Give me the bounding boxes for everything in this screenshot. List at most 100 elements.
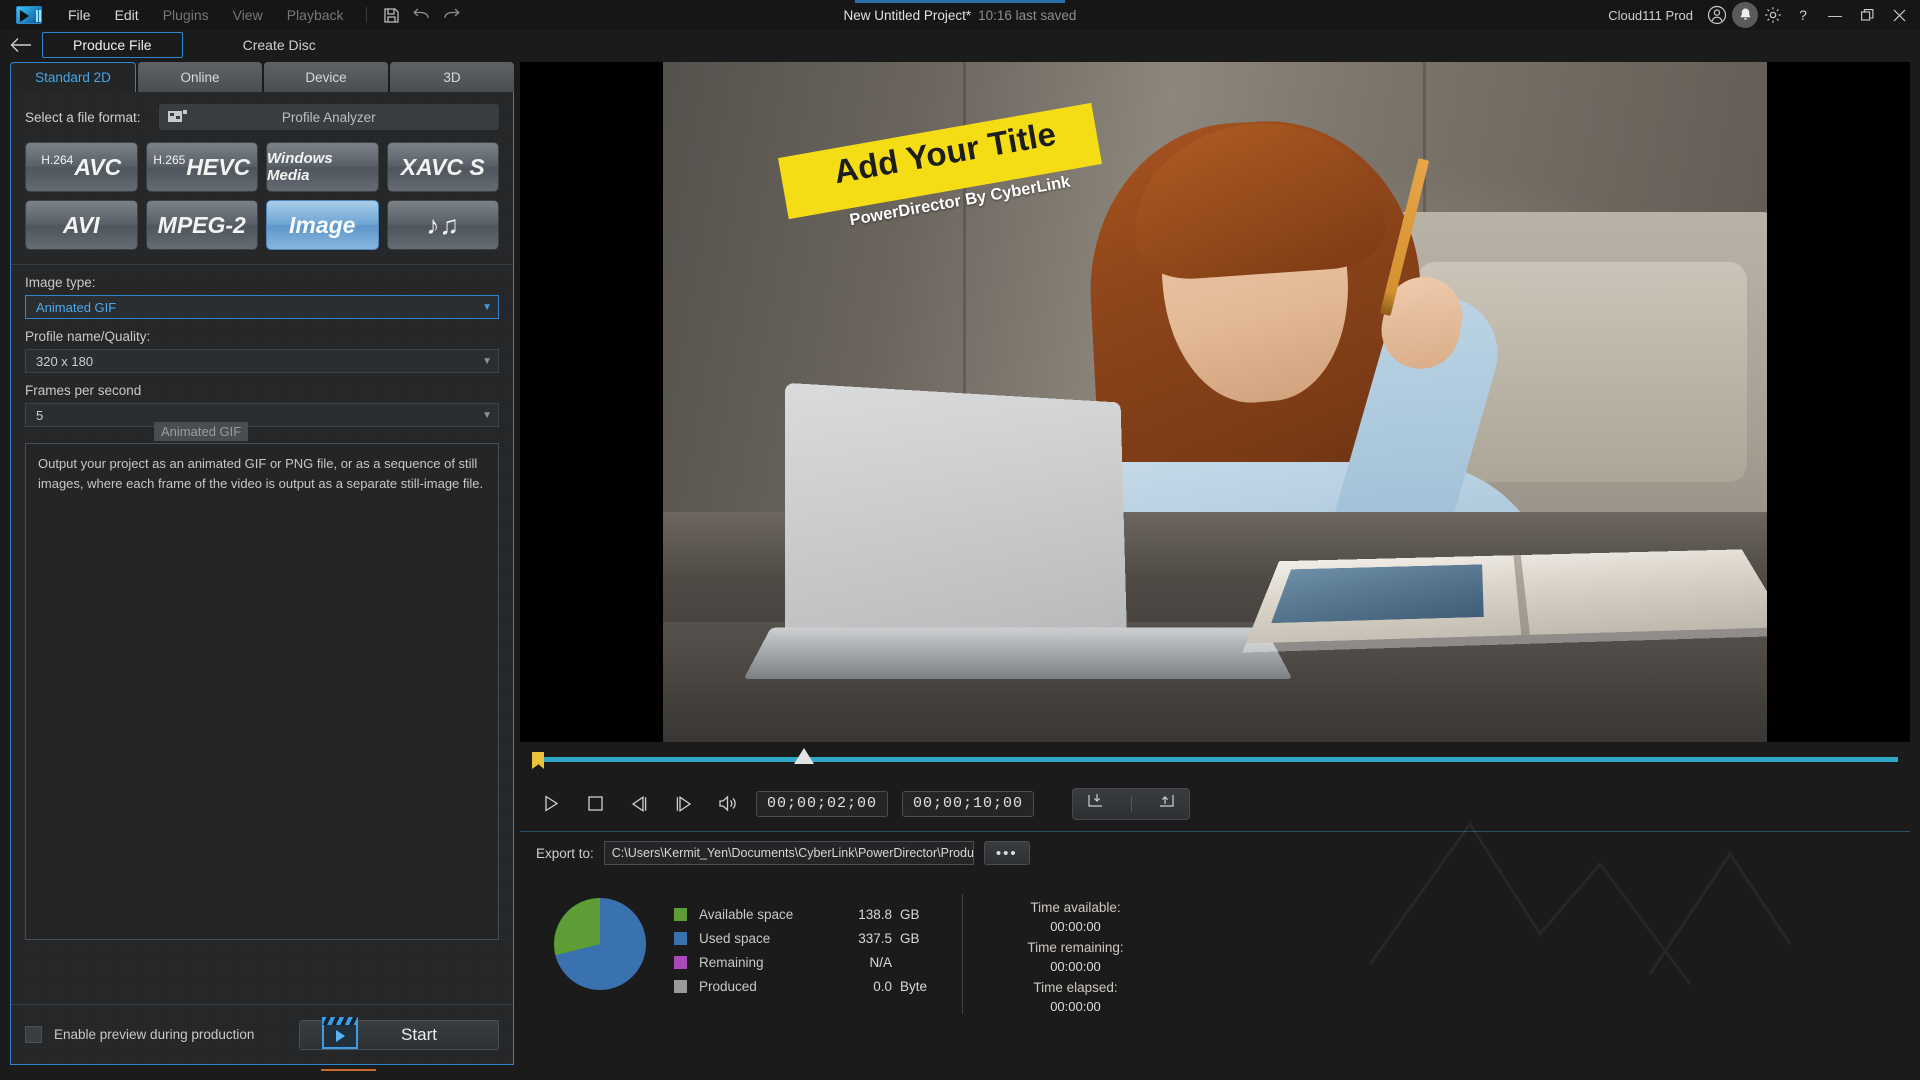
- mark-in-icon[interactable]: [1086, 792, 1105, 815]
- stop-icon[interactable]: [580, 789, 610, 819]
- fps-dropdown[interactable]: 5 ▼: [25, 403, 499, 427]
- bell-icon[interactable]: [1732, 2, 1758, 28]
- restore-icon[interactable]: [1852, 0, 1882, 30]
- format-button-avi[interactable]: AVI: [25, 200, 138, 250]
- legend-item: Produced 0.0 Byte: [674, 974, 934, 998]
- menu-playback[interactable]: Playback: [275, 0, 356, 30]
- powerdirector-produce-window: File Edit Plugins View Playback New Unti…: [0, 0, 1920, 1080]
- scrubber-playhead[interactable]: [794, 748, 814, 764]
- help-icon[interactable]: ?: [1788, 0, 1818, 30]
- menu-view[interactable]: View: [221, 0, 275, 30]
- last-saved-label: 10:16 last saved: [978, 8, 1076, 23]
- total-timecode[interactable]: 00;00;10;00: [902, 791, 1034, 817]
- legend-swatch-available: [674, 908, 687, 921]
- time-stats: Time available: 00:00:00 Time remaining:…: [962, 894, 1162, 1014]
- mark-in-out-group: [1072, 788, 1190, 820]
- legend-unit-used: GB: [892, 931, 934, 946]
- format-button-windows-media[interactable]: Windows Media: [266, 142, 379, 192]
- account-name: Cloud111 Prod: [1608, 8, 1693, 23]
- menu-file[interactable]: File: [56, 0, 103, 30]
- format-main-label: HEVC: [186, 154, 250, 181]
- format-button-image[interactable]: Image: [266, 200, 379, 250]
- undo-icon[interactable]: [407, 0, 437, 30]
- format-button-hevc[interactable]: H.265 HEVC: [146, 142, 259, 192]
- legend-item: Available space 138.8 GB: [674, 902, 934, 926]
- format-button-mpeg-2[interactable]: MPEG-2: [146, 200, 259, 250]
- legend-label-available: Available space: [699, 907, 793, 922]
- export-to-label: Export to:: [536, 846, 594, 861]
- volume-icon[interactable]: [712, 789, 742, 819]
- format-button-avc[interactable]: H.264 AVC: [25, 142, 138, 192]
- produce-file-button[interactable]: Produce File: [42, 32, 183, 58]
- image-type-value: Animated GIF: [36, 300, 116, 315]
- enable-preview-label: Enable preview during production: [54, 1027, 254, 1042]
- time-available-value: 00:00:00: [989, 919, 1162, 934]
- produce-footer: Enable preview during production Start: [11, 1004, 513, 1064]
- save-icon[interactable]: [377, 0, 407, 30]
- tab-3d[interactable]: 3D: [390, 62, 514, 92]
- create-disc-button[interactable]: Create Disc: [243, 37, 316, 53]
- time-remaining-value: 00:00:00: [989, 959, 1162, 974]
- format-sup-label: H.264: [41, 153, 73, 167]
- profile-quality-dropdown[interactable]: 320 x 180 ▼: [25, 349, 499, 373]
- title-bar: File Edit Plugins View Playback New Unti…: [0, 0, 1920, 30]
- produce-toolbar: Produce File Create Disc: [0, 30, 1920, 60]
- close-icon[interactable]: [1884, 0, 1914, 30]
- scrubber-track[interactable]: [542, 757, 1898, 762]
- image-type-tooltip: Animated GIF: [154, 422, 248, 441]
- laptop-keyboard: [744, 627, 1293, 679]
- format-button-xavc-s[interactable]: XAVC S: [387, 142, 500, 192]
- fps-value: 5: [36, 408, 43, 423]
- time-elapsed-value: 00:00:00: [989, 999, 1162, 1014]
- legend-value-available: 138.8: [858, 907, 892, 922]
- legend-swatch-produced: [674, 980, 687, 993]
- menu-plugins[interactable]: Plugins: [151, 0, 221, 30]
- book-image: [1271, 564, 1484, 623]
- browse-folder-button[interactable]: •••: [984, 841, 1030, 865]
- time-remaining-label: Time remaining:: [989, 940, 1162, 955]
- progress-underline: [321, 1069, 376, 1071]
- enable-preview-checkbox[interactable]: [25, 1026, 42, 1043]
- format-button-audio[interactable]: ♪♫: [387, 200, 500, 250]
- image-type-dropdown[interactable]: Animated GIF ▼: [25, 295, 499, 319]
- chevron-down-icon: ▼: [482, 302, 492, 313]
- select-format-label: Select a file format:: [25, 110, 141, 125]
- account-circle-icon[interactable]: [1704, 2, 1730, 28]
- current-timecode[interactable]: 00;00;02;00: [756, 791, 888, 817]
- legend-value-remaining: N/A: [869, 955, 892, 970]
- export-destination-row: Export to: C:\Users\Kermit_Yen\Documents…: [520, 832, 1910, 874]
- transport-controls: 00;00;02;00 00;00;10;00: [520, 776, 1910, 832]
- titlebar-right-controls: Cloud111 Prod ? —: [1608, 0, 1920, 30]
- project-name: New Untitled Project*: [844, 8, 972, 23]
- legend-label-remaining: Remaining: [699, 955, 764, 970]
- minimize-icon[interactable]: —: [1820, 0, 1850, 30]
- profile-analyzer-button[interactable]: Profile Analyzer: [159, 104, 499, 130]
- legend-swatch-used: [674, 932, 687, 945]
- gear-icon[interactable]: [1760, 2, 1786, 28]
- preview-scrubber[interactable]: [520, 742, 1910, 776]
- redo-icon[interactable]: [437, 0, 467, 30]
- video-frame: Add Your Title PowerDirector By CyberLin…: [663, 62, 1767, 742]
- menu-edit[interactable]: Edit: [103, 0, 151, 30]
- scrubber-start-flag[interactable]: [532, 752, 544, 769]
- start-button[interactable]: Start: [299, 1020, 499, 1050]
- mark-out-icon[interactable]: [1157, 792, 1176, 815]
- tab-standard-2d[interactable]: Standard 2D: [10, 62, 136, 92]
- previous-frame-icon[interactable]: [624, 789, 654, 819]
- disk-usage-pie-chart: [554, 898, 646, 990]
- video-preview[interactable]: Add Your Title PowerDirector By CyberLin…: [520, 62, 1910, 742]
- legend-unit-available: GB: [892, 907, 934, 922]
- back-arrow-icon[interactable]: [0, 37, 42, 53]
- open-book: [1246, 549, 1767, 643]
- image-type-label: Image type:: [11, 265, 513, 295]
- format-header-row: Select a file format: Profile Analyzer: [11, 92, 513, 130]
- tab-online[interactable]: Online: [138, 62, 262, 92]
- powerdirector-logo-icon: [16, 6, 42, 24]
- next-frame-icon[interactable]: [668, 789, 698, 819]
- legend-value-produced: 0.0: [873, 979, 892, 994]
- profile-analyzer-label: Profile Analyzer: [159, 110, 499, 125]
- tab-device[interactable]: Device: [264, 62, 388, 92]
- legend-label-produced: Produced: [699, 979, 757, 994]
- export-path-input[interactable]: C:\Users\Kermit_Yen\Documents\CyberLink\…: [604, 841, 974, 865]
- play-icon[interactable]: [536, 789, 566, 819]
